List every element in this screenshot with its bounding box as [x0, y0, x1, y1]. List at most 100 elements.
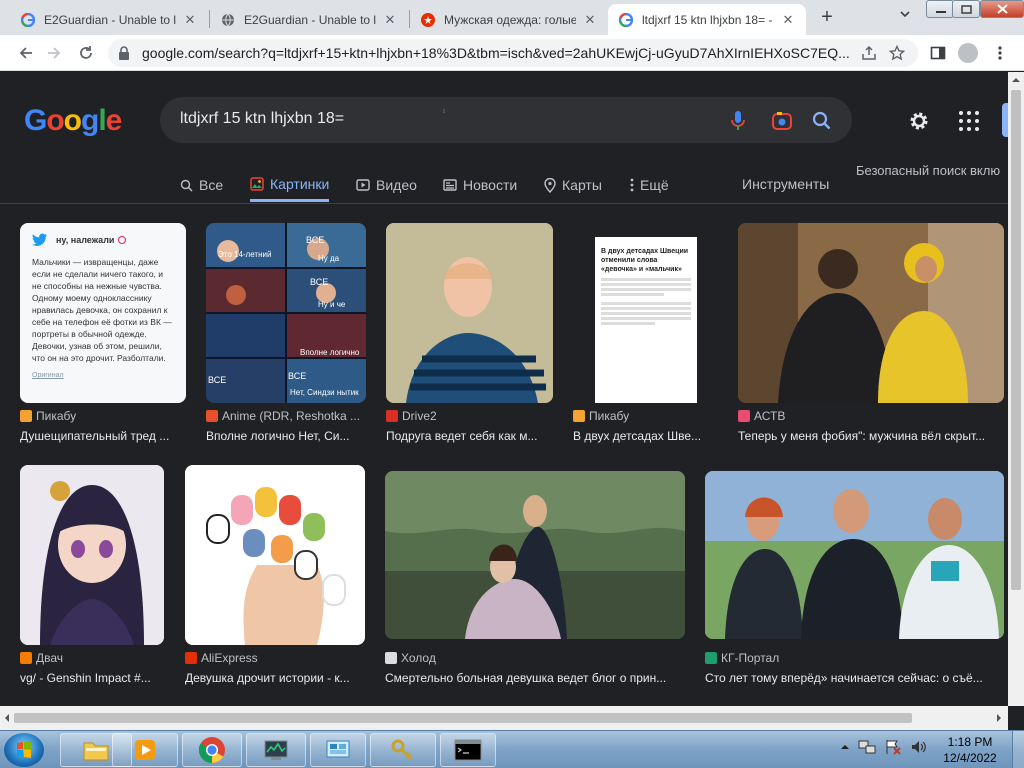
result-source[interactable]: Пикабу — [573, 409, 629, 423]
result-caption[interactable]: Вполне логично Нет, Си... — [206, 429, 366, 443]
start-button[interactable] — [4, 733, 44, 767]
reload-button[interactable] — [74, 41, 98, 65]
result-source[interactable]: Пикабу — [20, 409, 76, 423]
close-icon[interactable]: ✕ — [780, 12, 796, 28]
scrollbar-thumb[interactable] — [1011, 90, 1021, 590]
tab-images[interactable]: Картинки — [250, 168, 330, 202]
result-caption[interactable]: В двух детсадах Шве... — [573, 429, 718, 443]
side-panel-icon[interactable] — [928, 43, 948, 63]
lens-camera-icon[interactable] — [770, 109, 794, 133]
tab-news[interactable]: Новости — [443, 168, 517, 202]
close-icon[interactable]: ✕ — [582, 12, 598, 28]
volume-icon[interactable] — [910, 739, 928, 755]
twitter-bird-icon — [32, 233, 47, 246]
forward-button[interactable] — [42, 41, 66, 65]
result-thumbnail[interactable] — [20, 465, 164, 645]
google-apps-grid-icon[interactable] — [958, 110, 980, 132]
profile-avatar[interactable] — [958, 43, 978, 63]
result-source[interactable]: Anime (RDR, Reshotka ... — [206, 409, 360, 423]
menu-kebab-icon[interactable] — [990, 43, 1010, 63]
reload-icon — [80, 46, 92, 59]
action-center-flag-icon[interactable] — [884, 739, 902, 755]
tab-video[interactable]: Видео — [356, 168, 417, 202]
vertical-scrollbar[interactable] — [1008, 72, 1024, 706]
result-thumbnail[interactable] — [386, 223, 553, 403]
result-source[interactable]: Двач — [20, 651, 63, 665]
images-icon — [250, 176, 264, 191]
back-arrow-icon — [19, 47, 32, 59]
tab-all[interactable]: Все — [180, 168, 223, 202]
bookmark-star-icon[interactable] — [888, 44, 906, 62]
url-text[interactable]: google.com/search?q=ltdjxrf+15+ktn+lhjxb… — [142, 45, 862, 61]
restore-button[interactable] — [952, 0, 980, 18]
result-thumbnail[interactable]: ну, належали Мальчики — извращенцы, даже… — [20, 223, 186, 403]
search-input[interactable]: ltdjxrf 15 ktn lhjxbn 18= — [160, 97, 852, 143]
safe-search-label[interactable]: Безопасный поиск вклю — [856, 163, 1000, 178]
taskbar-task-manager[interactable] — [246, 733, 306, 767]
scroll-right-arrow-icon — [997, 714, 1001, 722]
taskbar-media-player[interactable] — [112, 733, 178, 767]
show-desktop-button[interactable] — [1012, 731, 1024, 768]
tab-maps[interactable]: Карты — [544, 168, 602, 202]
text-cursor-icon — [443, 109, 445, 113]
google-logo[interactable]: Google — [24, 104, 122, 138]
browser-tab-3[interactable]: Мужская одежда: голые ✕ — [410, 4, 608, 35]
video-icon — [356, 179, 370, 191]
result-caption[interactable]: Девушка дрочит истории - к... — [185, 671, 365, 685]
taskbar-chrome[interactable] — [182, 733, 242, 767]
meme-text: Вполне логично — [300, 348, 360, 357]
taskbar-cmd[interactable] — [440, 733, 496, 767]
result-source[interactable]: АСТВ — [738, 409, 785, 423]
result-source[interactable]: AliExpress — [185, 651, 258, 665]
result-caption[interactable]: Подруга ведет себя как м... — [386, 429, 553, 443]
result-thumbnail[interactable] — [185, 465, 365, 645]
tab-more[interactable]: Ещё — [630, 168, 669, 202]
share-icon[interactable] — [860, 44, 878, 62]
browser-tab-2[interactable]: E2Guardian - Unable to lo ✕ — [210, 4, 408, 35]
show-hidden-icons-chevron-icon[interactable] — [840, 742, 850, 752]
tab-search-chevron-icon[interactable] — [894, 8, 916, 28]
minimize-button[interactable] — [926, 0, 954, 18]
horizontal-scrollbar[interactable] — [0, 706, 1008, 730]
network-icon[interactable] — [858, 739, 876, 755]
result-source[interactable]: КГ-Портал — [705, 651, 779, 665]
tab-title: E2Guardian - Unable to lo — [44, 12, 176, 27]
result-thumbnail[interactable] — [705, 471, 1004, 639]
scroll-up-arrow-icon — [1012, 78, 1020, 82]
system-clock[interactable]: 1:18 PM 12/4/2022 — [930, 734, 1010, 766]
taskbar-control-panel[interactable] — [310, 733, 366, 767]
browser-tab-1[interactable]: E2Guardian - Unable to lo ✕ — [10, 4, 208, 35]
settings-gear-icon[interactable] — [906, 108, 932, 134]
result-caption[interactable]: vg/ - Genshin Impact #... — [20, 671, 164, 685]
close-icon[interactable]: ✕ — [382, 12, 398, 28]
close-icon[interactable]: ✕ — [182, 12, 198, 28]
browser-tab-4-active[interactable]: ltdjxrf 15 ktn lhjxbn 18= - ✕ — [608, 4, 806, 35]
result-source[interactable]: Drive2 — [386, 409, 437, 423]
address-bar[interactable]: google.com/search?q=ltdjxrf+15+ktn+lhjxb… — [108, 39, 918, 67]
result-thumbnail[interactable] — [385, 471, 685, 639]
result-thumbnail[interactable]: ВСЕ Ну да Это 14-летний ВСЕ Ну и че Впол… — [206, 223, 366, 403]
meme-text: Это 14-летний — [218, 250, 271, 259]
result-caption[interactable]: Смертельно больная девушка ведет блог о … — [385, 671, 685, 685]
drive2-icon — [386, 410, 398, 422]
new-tab-button[interactable]: + — [814, 6, 840, 30]
keys-icon — [391, 739, 413, 761]
tools-button[interactable]: Инструменты — [742, 176, 829, 192]
window-close-button[interactable] — [980, 0, 1024, 18]
taskbar-keys[interactable] — [370, 733, 436, 767]
search-query[interactable]: ltdjxrf 15 ktn lhjxbn 18= — [180, 110, 344, 128]
result-source[interactable]: Холод — [385, 651, 436, 665]
result-thumbnail[interactable] — [738, 223, 1004, 403]
result-caption[interactable]: Сто лет тому вперёд» начинается сейчас: … — [705, 671, 999, 685]
scrollbar-thumb[interactable] — [14, 713, 912, 723]
lock-icon[interactable] — [118, 46, 130, 65]
result-caption[interactable]: Душещипательный тред ... — [20, 429, 186, 443]
logo-letter: g — [81, 104, 99, 137]
back-button[interactable] — [14, 41, 38, 65]
result-caption[interactable]: Теперь у меня фобия": мужчина вёл скрыт.… — [738, 429, 1000, 443]
microphone-icon[interactable] — [726, 109, 750, 133]
result-thumbnail[interactable]: В двух детсадах Швеции отменили слова «д… — [573, 223, 718, 403]
folder-icon — [83, 742, 109, 761]
search-submit-icon[interactable] — [810, 109, 834, 133]
logo-letter: o — [63, 104, 82, 137]
